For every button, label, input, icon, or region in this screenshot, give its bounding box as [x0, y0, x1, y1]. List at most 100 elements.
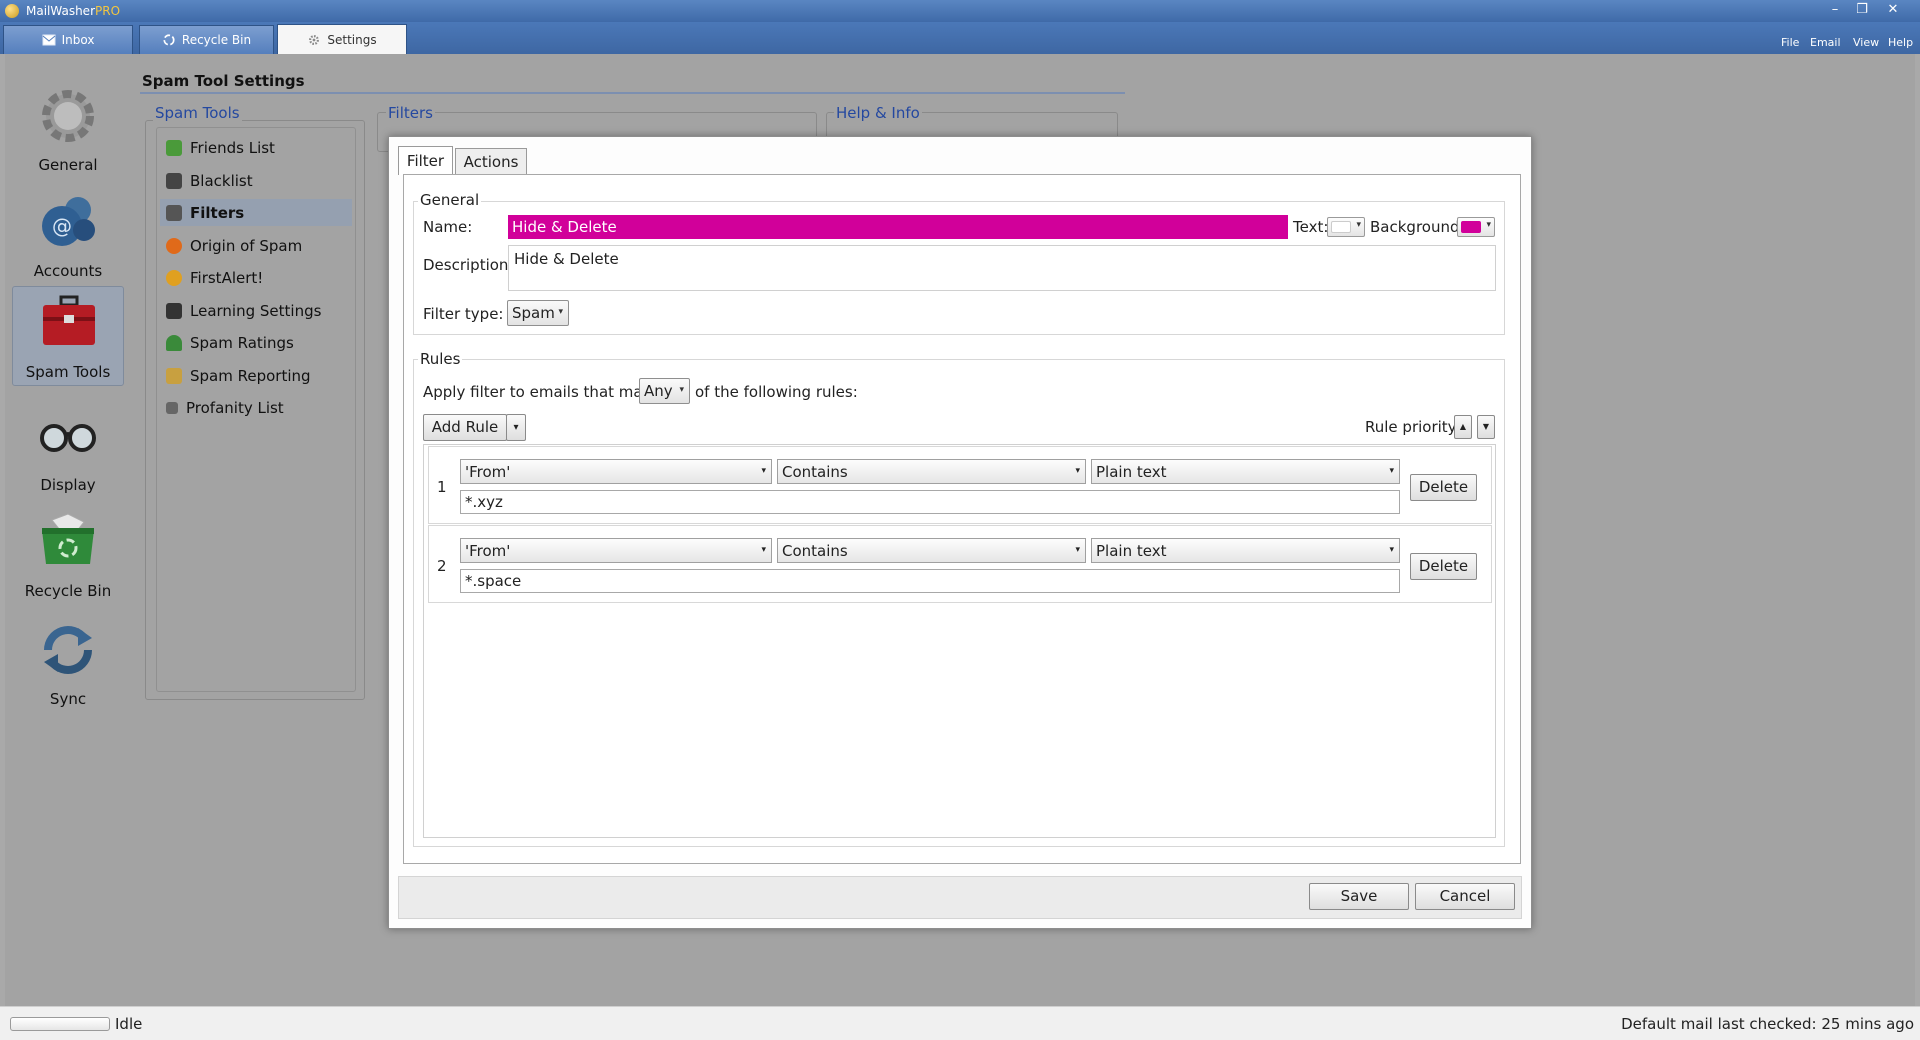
rule-operator-select[interactable]: Contains ▾ — [777, 459, 1086, 484]
filter-type-label: Filter type: — [423, 305, 504, 323]
nav-sync[interactable]: Sync — [12, 614, 124, 714]
accounts-icon: @ — [42, 197, 95, 246]
last-checked-text: Default mail last checked: 25 mins ago — [1621, 1015, 1914, 1033]
filter-type-select[interactable]: Spam ▾ — [507, 300, 569, 326]
chevron-down-icon: ▾ — [1075, 466, 1080, 476]
recycle-icon — [163, 34, 175, 46]
tool-blacklist[interactable]: Blacklist — [166, 167, 351, 194]
menu-file[interactable]: File — [1781, 36, 1799, 49]
menu-email[interactable]: Email — [1810, 36, 1841, 49]
arrow-up-icon: ▲ — [1459, 422, 1467, 431]
cancel-button[interactable]: Cancel — [1415, 883, 1515, 910]
chevron-down-icon: ▾ — [513, 422, 519, 433]
menu-help[interactable]: Help — [1888, 36, 1913, 49]
help-info-legend: Help & Info — [834, 104, 922, 122]
nav-spam-tools[interactable]: Spam Tools — [12, 286, 124, 386]
menu-view[interactable]: View — [1853, 36, 1879, 49]
app-logo-icon — [5, 4, 19, 18]
tool-friends-list[interactable]: Friends List — [166, 134, 351, 161]
tab-inbox[interactable]: Inbox — [3, 25, 133, 54]
tool-spam-ratings[interactable]: Spam Ratings — [166, 329, 351, 356]
rule-value-input[interactable]: *.space — [460, 569, 1400, 593]
chevron-down-icon: ▾ — [1389, 545, 1394, 555]
arrow-down-icon: ▼ — [1482, 422, 1490, 431]
minimize-button[interactable]: – — [1822, 1, 1848, 19]
tab-settings[interactable]: Settings — [277, 24, 407, 55]
svg-text:@: @ — [52, 214, 72, 238]
rule-number: 1 — [437, 478, 447, 496]
settings-gear-icon — [309, 35, 320, 45]
app-title: MailWasherPRO — [26, 4, 121, 18]
add-rule-button[interactable]: Add Rule — [423, 414, 507, 441]
tool-origin-of-spam[interactable]: Origin of Spam — [166, 232, 351, 259]
chevron-down-icon: ▾ — [1075, 545, 1080, 555]
friends-icon — [166, 139, 182, 156]
apply-filter-prefix: Apply filter to emails that match — [423, 383, 667, 401]
text-color-picker[interactable]: ▾ — [1327, 217, 1365, 237]
rule-operator-select[interactable]: Contains ▾ — [777, 538, 1086, 563]
chevron-down-icon: ▾ — [1486, 220, 1491, 230]
description-field[interactable]: Hide & Delete — [508, 245, 1496, 291]
tab-actions[interactable]: Actions — [455, 148, 527, 175]
general-legend: General — [418, 191, 482, 209]
nav-recycle-bin[interactable]: Recycle Bin — [12, 506, 124, 606]
chevron-down-icon: ▾ — [1389, 466, 1394, 476]
nav-display[interactable]: Display — [12, 400, 124, 500]
filters-legend: Filters — [386, 104, 435, 122]
text-color-swatch — [1331, 221, 1351, 233]
delete-rule-button[interactable]: Delete — [1410, 553, 1477, 580]
rule-value-input[interactable]: *.xyz — [460, 490, 1400, 514]
tab-recycle-bin[interactable]: Recycle Bin — [139, 25, 274, 54]
rule-match-type-select[interactable]: Plain text ▾ — [1091, 538, 1400, 563]
title-bar: MailWasherPRO – ❐ ✕ — [0, 0, 1920, 22]
rule-field-select[interactable]: 'From' ▾ — [460, 459, 772, 484]
background-color-picker[interactable]: ▾ — [1457, 217, 1495, 237]
firstalert-icon — [166, 269, 182, 286]
report-icon — [166, 367, 182, 384]
rule-field-select[interactable]: 'From' ▾ — [460, 538, 772, 563]
profanity-icon — [166, 401, 178, 414]
rule-priority-label: Rule priority: — [1365, 418, 1461, 436]
gear-icon — [42, 90, 94, 142]
priority-up-button[interactable]: ▲ — [1454, 415, 1472, 439]
section-title: Spam Tool Settings — [142, 72, 305, 90]
add-rule-dropdown-button[interactable]: ▾ — [506, 414, 526, 441]
recycle-bin-icon — [42, 513, 94, 564]
tool-learning-settings[interactable]: Learning Settings — [166, 297, 351, 324]
gauge-icon — [166, 334, 182, 351]
chevron-down-icon: ▾ — [558, 307, 563, 317]
tool-filters[interactable]: Filters — [160, 199, 352, 226]
status-text: Idle — [115, 1015, 143, 1033]
chevron-down-icon: ▾ — [761, 545, 766, 555]
filter-icon — [166, 204, 182, 221]
chevron-down-icon: ▾ — [761, 466, 766, 476]
maximize-button[interactable]: ❐ — [1849, 1, 1875, 19]
name-input[interactable]: Hide & Delete — [508, 215, 1288, 239]
background-color-swatch — [1461, 221, 1481, 233]
close-button[interactable]: ✕ — [1880, 1, 1906, 19]
rules-legend: Rules — [418, 350, 463, 368]
blacklist-icon — [166, 172, 182, 189]
tool-firstalert[interactable]: FirstAlert! — [166, 264, 351, 291]
match-mode-select[interactable]: Any ▾ — [639, 378, 690, 404]
priority-down-button[interactable]: ▼ — [1477, 415, 1495, 439]
inbox-icon — [42, 34, 56, 46]
save-button[interactable]: Save — [1309, 883, 1409, 910]
background-color-label: Background: — [1370, 218, 1465, 236]
rule-match-type-select[interactable]: Plain text ▾ — [1091, 459, 1400, 484]
toolbox-icon — [43, 295, 95, 345]
progress-bar — [10, 1017, 110, 1031]
spam-tools-legend: Spam Tools — [153, 104, 242, 122]
tool-profanity-list[interactable]: Profanity List — [166, 394, 351, 421]
nav-accounts[interactable]: @ Accounts — [12, 186, 124, 286]
main-tab-bar: Inbox Recycle Bin Settings — [0, 22, 1920, 55]
chevron-down-icon: ▾ — [679, 385, 684, 395]
graduation-cap-icon — [166, 302, 182, 319]
section-divider — [140, 92, 1125, 94]
delete-rule-button[interactable]: Delete — [1410, 474, 1477, 501]
tool-spam-reporting[interactable]: Spam Reporting — [166, 362, 351, 389]
description-label: Description: — [423, 256, 514, 274]
nav-general[interactable]: General — [12, 80, 124, 180]
apply-filter-suffix: of the following rules: — [695, 383, 858, 401]
tab-filter[interactable]: Filter — [398, 146, 453, 175]
